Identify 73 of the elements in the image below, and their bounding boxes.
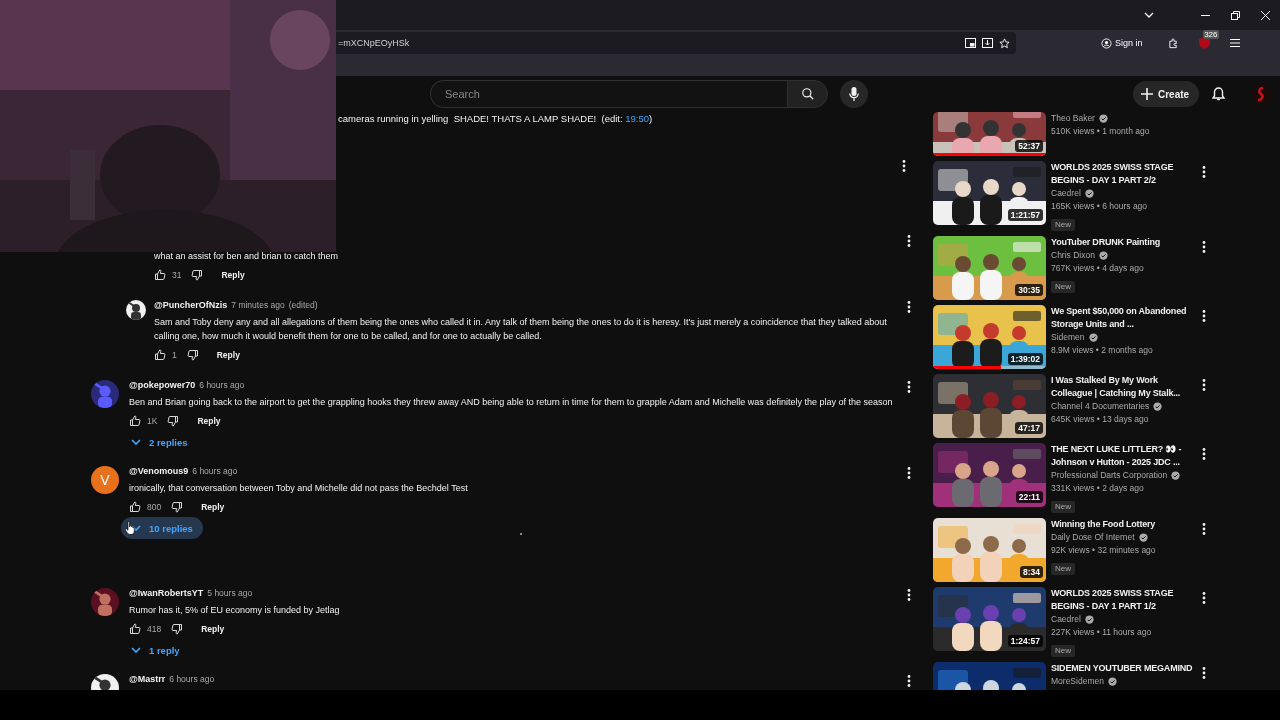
- channel-name[interactable]: Channel 4 Documentaries: [1051, 400, 1150, 413]
- video-duration: 22:11: [1015, 491, 1043, 503]
- video-title[interactable]: I Was Stalked By My Work Colleague | Catching My Stalk...: [1051, 374, 1197, 400]
- address-bar[interactable]: =mXCNpEOyHSk: [336, 32, 1016, 54]
- comment-author[interactable]: @pokepower70: [129, 379, 196, 391]
- video-title[interactable]: Winning the Food Lottery: [1051, 518, 1197, 531]
- channel-name[interactable]: Professional Darts Corporation: [1051, 469, 1168, 482]
- comment-text: Rumor has it, 5% of EU economy is funded by Jetlag: [129, 604, 341, 617]
- channel-name[interactable]: Theo Baker: [1051, 112, 1095, 125]
- video-title[interactable]: We Spent $50,000 on Abandoned Storage Units and ...: [1051, 305, 1197, 331]
- comment-time[interactable]: 5 hours ago: [207, 587, 253, 599]
- like-count: 800: [147, 502, 162, 512]
- video-duration: 1:21:57: [1007, 209, 1043, 221]
- like-count: 1: [172, 350, 177, 360]
- channel-name[interactable]: Caedrel: [1051, 613, 1081, 626]
- new-badge: New: [1051, 645, 1075, 657]
- comment-author[interactable]: @Mastrr: [129, 673, 166, 685]
- video-stats: 331K views • 2 days ago: [1051, 482, 1144, 495]
- reply-button[interactable]: Reply: [216, 347, 240, 363]
- edited-label: (edited): [288, 299, 318, 311]
- video-stats: 165K views • 6 hours ago: [1051, 200, 1148, 213]
- timestamp-link[interactable]: 19:50: [625, 113, 649, 124]
- create-button[interactable]: Create: [1133, 81, 1200, 107]
- channel-name[interactable]: Caedrel: [1051, 187, 1081, 200]
- video-stats: 8.9M views • 2 months ago: [1051, 344, 1153, 357]
- reply-button[interactable]: Reply: [197, 413, 221, 429]
- comment-time[interactable]: 6 hours ago: [192, 465, 238, 477]
- channel-name[interactable]: Daily Dose Of Internet: [1051, 531, 1135, 544]
- comment-text: Ben and Brian going back to the airport to get the grappling hooks they threw away AND being able to return in time for them to grapple Adam and Michelle was definitely the play of the season: [129, 396, 894, 409]
- like-count: 418: [147, 624, 162, 634]
- reply-button[interactable]: Reply: [201, 621, 225, 637]
- reply-button[interactable]: Reply: [201, 499, 225, 515]
- video-duration: 52:37: [1015, 140, 1043, 152]
- video-duration: 47:17: [1015, 422, 1043, 434]
- replies-toggle[interactable]: 10 replies: [121, 517, 203, 539]
- video-title[interactable]: SIDEMEN YOUTUBER MEGAMIND: [1051, 662, 1197, 675]
- comment-author[interactable]: @IwanRobertsYT: [129, 587, 204, 599]
- new-badge: New: [1051, 563, 1075, 575]
- comment-text: cameras running in yelling SHADE! THATS A LAMP SHADE! (edit: 19:50): [338, 113, 653, 124]
- comment-time[interactable]: 6 hours ago: [169, 673, 215, 685]
- video-stats: 767K views • 4 days ago: [1051, 262, 1144, 275]
- video-title[interactable]: YouTuber DRUNK Painting: [1051, 236, 1197, 249]
- video-stats: 227K views • 11 hours ago: [1051, 626, 1152, 639]
- comment-author[interactable]: @PuncherOfNzis: [154, 299, 228, 311]
- video-duration: 8:34: [1020, 566, 1043, 578]
- video-duration: 1:39:02: [1007, 353, 1043, 365]
- channel-name[interactable]: Sidemen: [1051, 331, 1085, 344]
- new-badge: New: [1051, 281, 1075, 293]
- replies-toggle[interactable]: 1 reply: [121, 639, 190, 661]
- replies-toggle[interactable]: 2 replies: [121, 431, 198, 453]
- comment-time[interactable]: 7 minutes ago: [231, 299, 285, 311]
- video-title[interactable]: WORLDS 2025 SWISS STAGE BEGINS - DAY 1 PART 2/2: [1051, 161, 1197, 187]
- video-stats: 645K views • 13 days ago: [1051, 413, 1149, 426]
- comment-text: Sam and Toby deny any and all allegations of them being the ones who called it in. Any talk of them being the ones to do it is heresy. It's just merely a coincidence that they talked about calling one, how much it would benefit them for one to be called, and for one to actually be called.: [154, 316, 888, 343]
- video-title[interactable]: THE NEXT LUKE LITTLER? 👀 - Johnson v Hutton - 2025 JDC ...: [1051, 443, 1197, 469]
- comment-time[interactable]: 6 hours ago: [199, 379, 245, 391]
- channel-name[interactable]: MoreSidemen: [1051, 675, 1104, 688]
- comment-text: what an assist for ben and brian to catch them: [154, 250, 340, 263]
- video-duration: 1:24:57: [1007, 635, 1043, 647]
- video-duration: 30:35: [1015, 284, 1043, 296]
- video-stats: 510K views • 1 month ago: [1051, 125, 1150, 138]
- channel-name[interactable]: Chris Dixon: [1051, 249, 1095, 262]
- video-title[interactable]: WORLDS 2025 SWISS STAGE BEGINS - DAY 1 PART 1/2: [1051, 587, 1197, 613]
- like-count: 1K: [147, 416, 158, 426]
- extension-badge: 326: [1203, 30, 1219, 39]
- video-stats: 92K views • 32 minutes ago: [1051, 544, 1156, 557]
- search-field[interactable]: Search: [430, 80, 787, 108]
- comment-text: ironically, that conversation between Toby and Michelle did not pass the Bechdel Test: [129, 482, 469, 495]
- reply-button[interactable]: Reply: [221, 267, 245, 283]
- new-badge: New: [1051, 501, 1075, 513]
- like-count: 31: [172, 270, 182, 280]
- new-badge: New: [1051, 219, 1075, 231]
- comment-author[interactable]: @Venomous9: [129, 465, 189, 477]
